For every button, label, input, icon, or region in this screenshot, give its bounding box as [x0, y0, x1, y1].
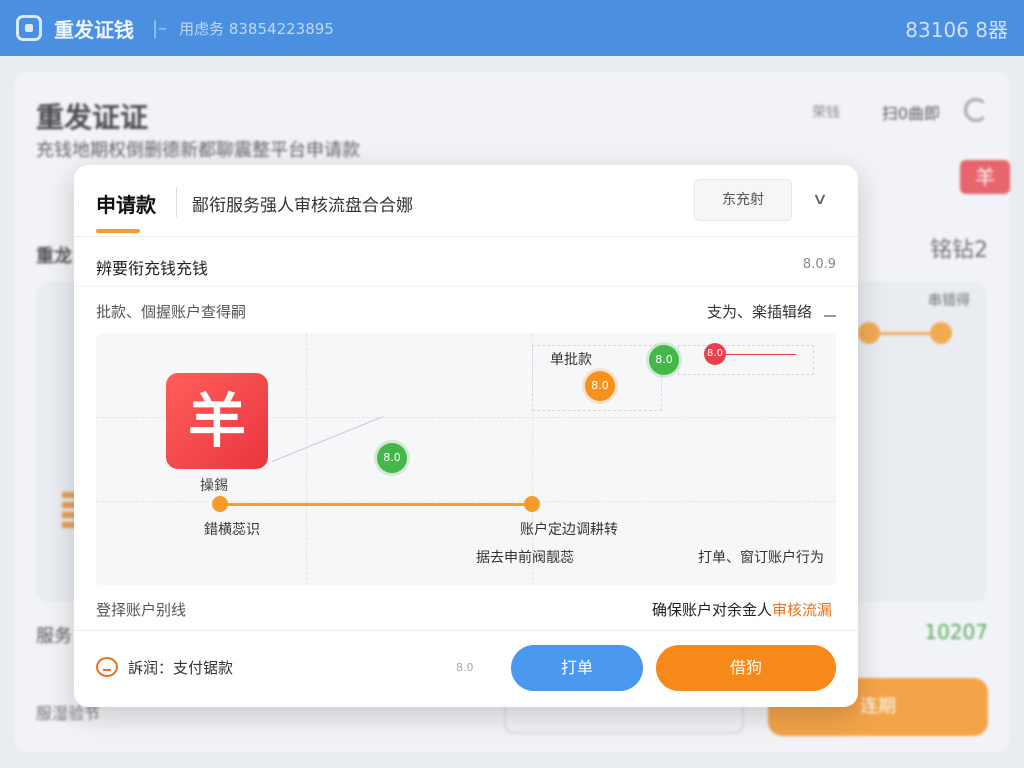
- bg-section-title: 重龙: [36, 246, 72, 267]
- diagram-label-bottom-mid: 据去申前阀靓蕊: [476, 550, 574, 566]
- info-row-3-prefix: 确保账户对余金人: [651, 601, 772, 619]
- print-button[interactable]: 打单: [511, 645, 643, 691]
- red-connector: [724, 354, 796, 355]
- bg-step-dot: [930, 322, 952, 344]
- bg-steps-label: 串错得: [928, 293, 970, 309]
- status-node-orange[interactable]: 8.0: [585, 371, 615, 401]
- info-row-1-label: 辨要衔充钱充钱: [96, 259, 209, 278]
- chevron-down-icon[interactable]: ∨: [806, 189, 834, 209]
- bg-link-1[interactable]: 荣钱: [812, 102, 840, 122]
- modal-header: 申请款 鄙衔服务强人审核流盘合合娜 东充射 ∨: [74, 165, 858, 237]
- status-node-green[interactable]: 8.0: [377, 443, 407, 473]
- confirm-button[interactable]: 借狗: [656, 645, 836, 691]
- modal-subtitle: 鄙衔服务强人审核流盘合合娜: [192, 196, 413, 216]
- bg-row-value: 10207: [924, 620, 988, 644]
- info-row-3-value: 确保账户对余金人审核流漏: [652, 599, 832, 620]
- payment-method-label: 訴润：支付锯款: [128, 659, 234, 677]
- flow-diagram: 羊 操錫 8.0 8.0 8.0 8.0 单批款 錯横蕊识 账户定边调耕转 据去…: [96, 333, 836, 585]
- grid-line: [306, 333, 307, 585]
- ticket-icon: [96, 657, 118, 677]
- info-row-3-label: 登择账户别线: [96, 601, 187, 619]
- bg-step-dot: [858, 322, 880, 344]
- brand-logo-icon: 羊: [166, 373, 268, 469]
- diagram-label-mid: 账户定边调耕转: [520, 522, 618, 538]
- info-row-1: 辨要衔充钱充钱 8.0.9: [74, 241, 858, 287]
- page-subtitle: 充钱地期权倒删德新都聊震整平台申请款: [36, 140, 360, 161]
- status-node-red[interactable]: 8.0: [704, 343, 726, 365]
- info-row-1-value: 8.0.9: [802, 257, 836, 272]
- diagram-box: [678, 345, 814, 375]
- top-bar: 重发证钱 |– 用虑务 83854223895 83106 8器: [0, 0, 1024, 56]
- hotline-text: 用虑务 83854223895: [179, 19, 334, 38]
- diagram-label-top: 单批款: [550, 352, 592, 368]
- topbar-right-text: 83106 8器: [905, 17, 1008, 42]
- info-row-2-label: 批款、個握账户查得嗣: [96, 303, 247, 321]
- modal-title-underline: [96, 229, 140, 233]
- bg-link-2[interactable]: 扫0曲即: [882, 100, 940, 124]
- bg-row-label: 服务: [36, 626, 72, 647]
- modal-title[interactable]: 申请款: [96, 189, 156, 218]
- bg-brand-badge: 羊: [960, 160, 1010, 194]
- info-row-2: 批款、個握账户查得嗣 支为、楽插辑络: [74, 287, 858, 331]
- diagram-connector: [271, 416, 384, 462]
- title-separator: |–: [152, 17, 168, 39]
- modal-action-button[interactable]: 东充射: [694, 179, 792, 221]
- apply-modal: 申请款 鄙衔服务强人审核流盘合合娜 东充射 ∨ 辨要衔充钱充钱 8.0.9 批款…: [74, 165, 858, 707]
- status-node-green[interactable]: 8.0: [649, 345, 679, 375]
- flow-end-dot: [524, 496, 540, 512]
- info-row-3-accent[interactable]: 审核流漏: [772, 601, 832, 619]
- info-row-3: 登择账户别线 确保账户对余金人审核流漏: [74, 591, 858, 631]
- grid-line: [96, 501, 836, 502]
- app-title: 重发证钱: [54, 17, 134, 42]
- refresh-icon[interactable]: [964, 98, 988, 122]
- page-title: 重发证证: [36, 101, 149, 134]
- modal-divider: [176, 187, 177, 217]
- menu-icon[interactable]: [824, 305, 836, 317]
- logo-caption: 操錫: [200, 478, 228, 494]
- diagram-label-bottom-right: 打单、窗订账户行为: [698, 550, 824, 566]
- flow-start-dot: [212, 496, 228, 512]
- app-icon: [16, 15, 42, 41]
- modal-footer: 訴润：支付锯款 8.0 打单 借狗: [74, 631, 858, 707]
- info-row-2-value: 支为、楽插辑络: [706, 303, 812, 321]
- diagram-label-left: 錯横蕊识: [204, 522, 260, 538]
- bg-section-right: 铭钻2: [930, 238, 988, 263]
- footer-small-text: 8.0: [456, 661, 474, 674]
- flow-track: [220, 503, 532, 506]
